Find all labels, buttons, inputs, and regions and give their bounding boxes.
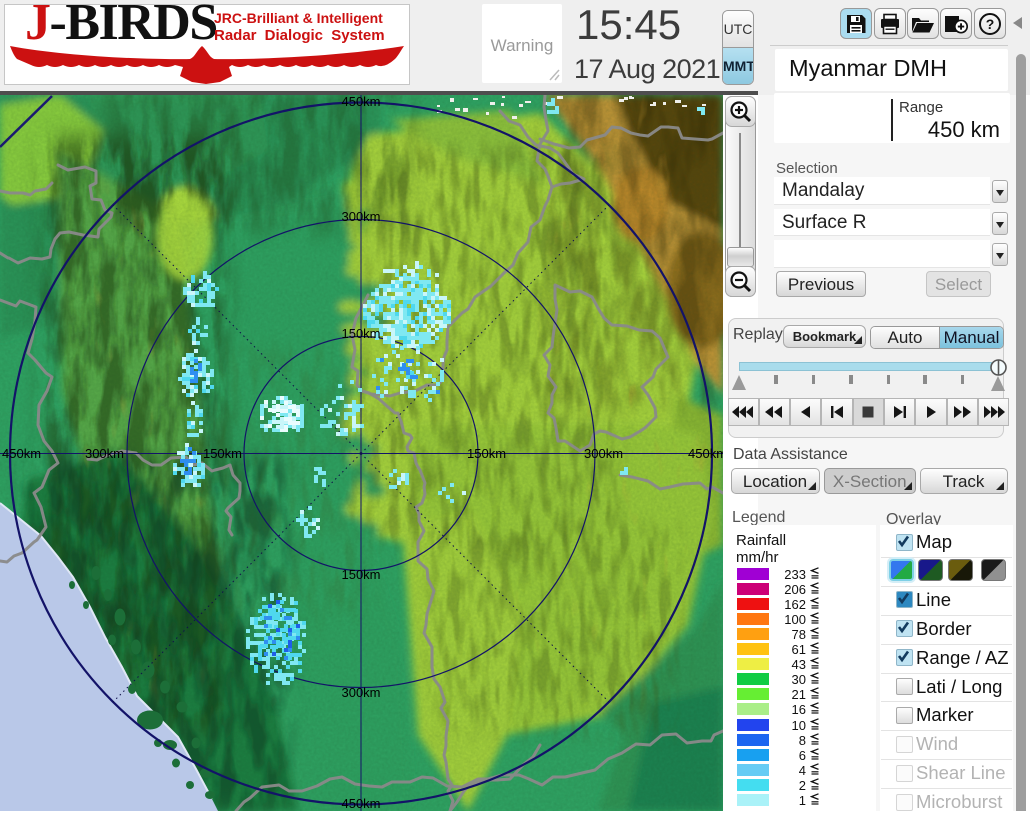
svg-text:?: ? <box>986 16 995 32</box>
svg-text:450km: 450km <box>688 446 723 461</box>
svg-text:450km: 450km <box>341 796 380 811</box>
svg-text:150km: 150km <box>341 326 380 341</box>
svg-text:450km: 450km <box>2 446 41 461</box>
svg-text:300km: 300km <box>85 446 124 461</box>
svg-text:300km: 300km <box>584 446 623 461</box>
svg-text:300km: 300km <box>341 209 380 224</box>
svg-text:150km: 150km <box>467 446 506 461</box>
svg-text:300km: 300km <box>341 685 380 700</box>
svg-text:150km: 150km <box>341 567 380 582</box>
svg-text:150km: 150km <box>203 446 242 461</box>
svg-text:450km: 450km <box>341 95 380 109</box>
